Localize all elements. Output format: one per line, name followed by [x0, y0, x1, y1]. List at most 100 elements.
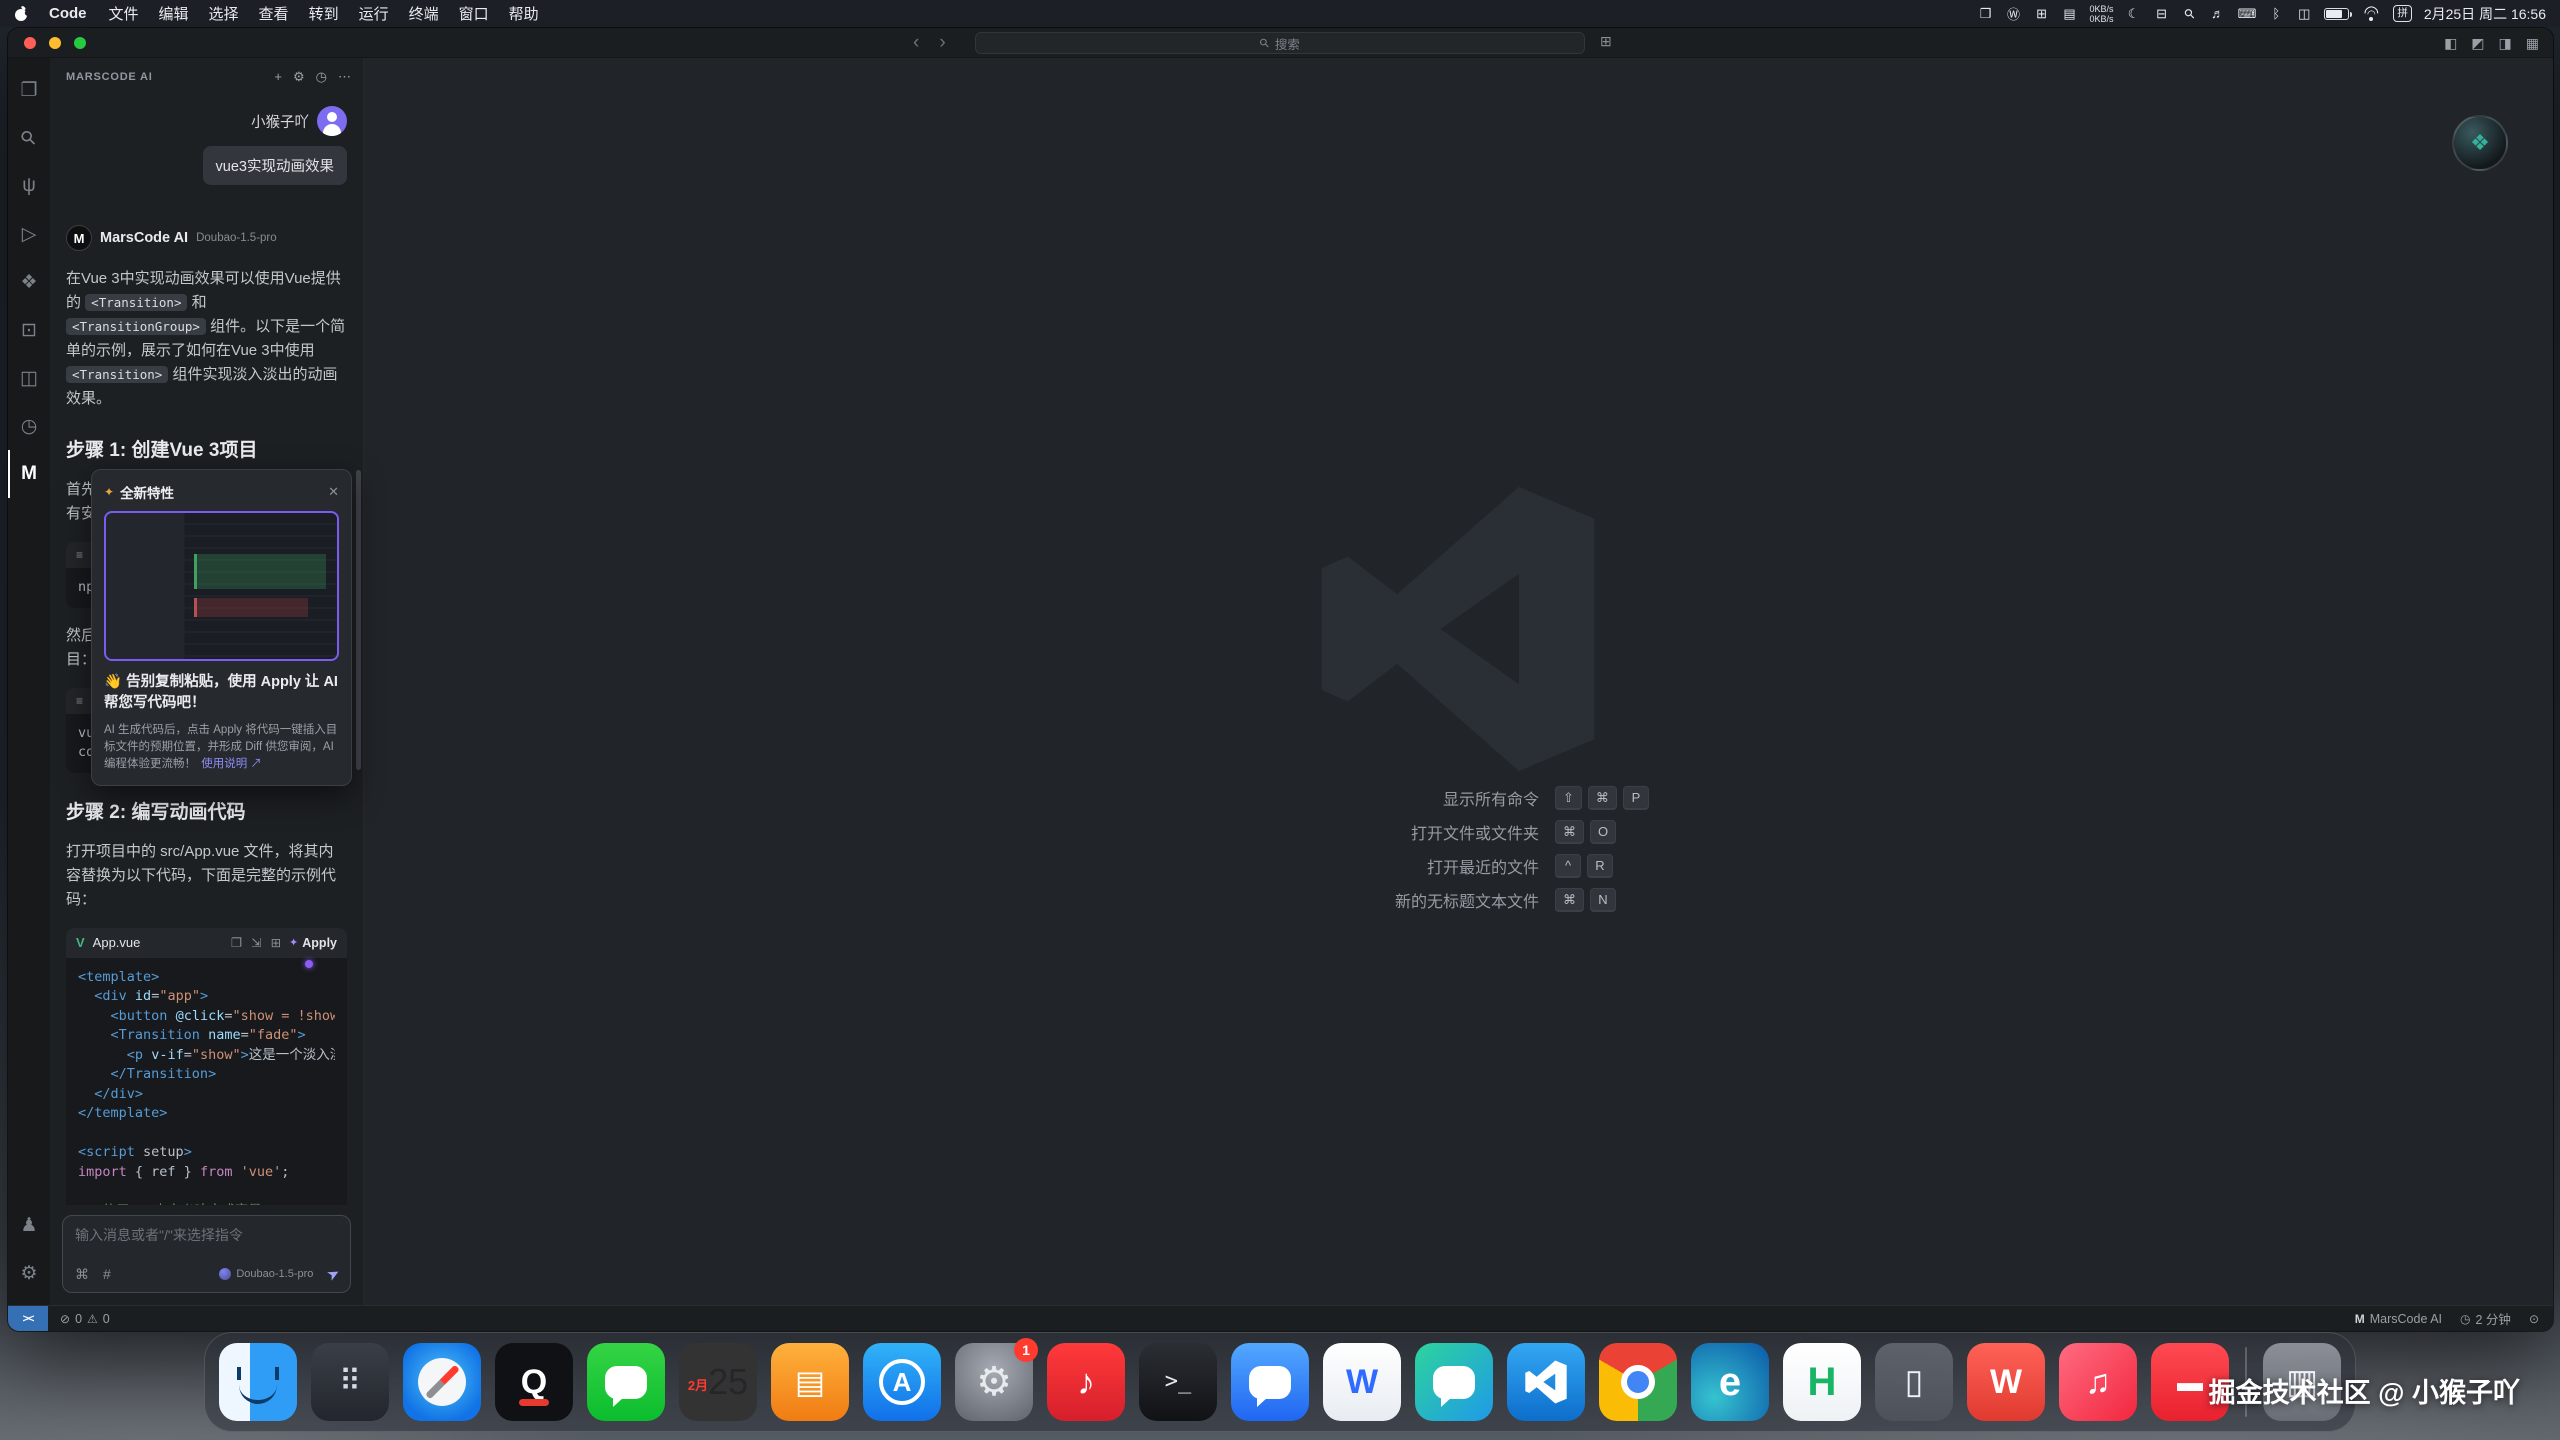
menubar-item-5[interactable]: 运行	[349, 3, 399, 24]
marscode-icon[interactable]: M	[8, 450, 50, 498]
dock-icon-edge[interactable]: e	[1691, 1343, 1769, 1421]
control-center-icon[interactable]: ◫	[2296, 6, 2312, 22]
menubar-item-0[interactable]: 文件	[99, 3, 149, 24]
search-layout-icon[interactable]: ⊞	[1600, 33, 1612, 50]
floating-assistant-avatar[interactable]: ❖	[2452, 115, 2508, 171]
sync-time-label: 2 分钟	[2476, 1309, 2511, 1328]
apply-button[interactable]: ✦ Apply	[289, 936, 337, 950]
sync-time-status[interactable]: ◷ 2 分钟	[2460, 1309, 2511, 1328]
menubar-clock[interactable]: 2月25日 周二 16:56	[2424, 4, 2546, 24]
zoom-window-button[interactable]	[74, 37, 86, 49]
dock-icon-chat-app-blue[interactable]	[1231, 1343, 1309, 1421]
manage-gear-icon[interactable]: ⚙	[8, 1249, 50, 1297]
toggle-primary-sidebar-icon[interactable]: ◧	[2444, 35, 2457, 52]
search-icon[interactable]: ⚲	[8, 114, 50, 162]
dock-icon-app-store[interactable]: A	[863, 1343, 941, 1421]
dock-icon-chrome[interactable]	[1599, 1343, 1677, 1421]
extensions-icon[interactable]: ❖	[8, 258, 50, 306]
dock-icon-launchpad[interactable]: ⠿	[311, 1343, 389, 1421]
dock-icon-wechat[interactable]	[587, 1343, 665, 1421]
source-control-icon[interactable]: ψ	[8, 162, 50, 210]
toggle-panel-icon[interactable]: ◩	[2471, 35, 2484, 52]
close-window-button[interactable]	[24, 37, 36, 49]
apply-hint-dot	[305, 960, 313, 968]
dock-icon-terminal[interactable]: >_	[1139, 1343, 1217, 1421]
notifications-bell[interactable]: ⊙	[2529, 1312, 2539, 1326]
search-icon[interactable]: ⚲	[2182, 6, 2198, 22]
history-icon[interactable]: ◷	[316, 69, 327, 85]
menubar-item-8[interactable]: 帮助	[499, 3, 549, 24]
nav-forward-icon[interactable]: ›	[939, 32, 945, 54]
net-speed-indicator[interactable]: 0KB/s 0KB/s	[2090, 4, 2114, 24]
dock-icon-netease-music[interactable]: ♪	[1047, 1343, 1125, 1421]
code-block-body[interactable]: <template> <div id="app"> <button @click…	[66, 958, 347, 1206]
dock-icon-chat-app-green[interactable]	[1415, 1343, 1493, 1421]
panel-scrollbar[interactable]	[356, 470, 361, 770]
insert-icon[interactable]: ⇲	[251, 935, 261, 950]
nav-back-icon[interactable]: ‹	[913, 32, 919, 54]
menubar-item-7[interactable]: 窗口	[449, 3, 499, 24]
command-center-search[interactable]: ⚲ 搜索	[975, 32, 1585, 54]
user-avatar[interactable]	[317, 106, 347, 136]
usage-doc-link[interactable]: 使用说明 ↗	[201, 758, 262, 770]
toggle-secondary-sidebar-icon[interactable]: ◨	[2499, 35, 2512, 52]
dock-icon-calendar[interactable]: 2月25	[679, 1343, 757, 1421]
moon-icon[interactable]: ☾	[2126, 6, 2142, 22]
remote-indicator[interactable]: ><	[8, 1306, 48, 1331]
volume-icon[interactable]: ♬	[2210, 6, 2226, 21]
menubar-item-2[interactable]: 选择	[199, 3, 249, 24]
send-button[interactable]: ➤	[324, 1263, 344, 1285]
bluetooth-icon[interactable]: ᛒ	[2268, 6, 2284, 21]
wifi-icon[interactable]	[2361, 6, 2381, 21]
more-icon[interactable]: ⋯	[338, 69, 351, 85]
chat-input[interactable]	[63, 1216, 350, 1245]
panel-settings-icon[interactable]: ⚙	[293, 69, 305, 85]
marscode-status[interactable]: M MarsCode AI	[2355, 1312, 2442, 1326]
run-debug-icon-glyph: ▷	[22, 223, 37, 246]
display-icon[interactable]: ⊟	[2154, 6, 2170, 22]
dock-icon-wps-office[interactable]: W	[1323, 1343, 1401, 1421]
dock-icon-system-settings[interactable]: ⚙1	[955, 1343, 1033, 1421]
battery-icon[interactable]	[2324, 8, 2349, 20]
new-chat-icon[interactable]: +	[274, 69, 282, 85]
new-file-icon[interactable]: ⊞	[271, 935, 281, 950]
dock-icon-wps-red[interactable]: W	[1967, 1343, 2045, 1421]
copy-icon[interactable]: ❐	[231, 935, 242, 950]
menubar-item-3[interactable]: 查看	[249, 3, 299, 24]
run-debug-icon[interactable]: ▷	[8, 210, 50, 258]
timeline-icon[interactable]: ◷	[8, 402, 50, 450]
menubar-item-4[interactable]: 转到	[299, 3, 349, 24]
dock-icon-safari[interactable]	[403, 1343, 481, 1421]
popup-close-icon[interactable]: ✕	[328, 484, 339, 500]
account-icon[interactable]: ♟	[8, 1201, 50, 1249]
dock-icon-books[interactable]: ▤	[771, 1343, 849, 1421]
capture-icon[interactable]: ❒	[1978, 6, 1994, 22]
dock-icon-vscode[interactable]	[1507, 1343, 1585, 1421]
dock-icon-qq[interactable]: Q	[495, 1343, 573, 1421]
dock-icon-apple-music[interactable]: ♫	[2059, 1343, 2137, 1421]
commands-icon[interactable]: ⌘	[75, 1266, 89, 1283]
input-method-icon[interactable]: 拼	[2393, 5, 2412, 22]
explorer-icon[interactable]: ❐	[8, 66, 50, 114]
key-cap: R	[1587, 854, 1613, 878]
sparkle-icon: ✦	[104, 485, 114, 499]
minimize-window-button[interactable]	[49, 37, 61, 49]
meeting-app-icon[interactable]: Ⓦ	[2006, 4, 2022, 23]
menubar-item-6[interactable]: 终端	[399, 3, 449, 24]
stats-icon[interactable]: ▤	[2062, 6, 2078, 22]
dock-icon-hbuilder[interactable]: H	[1783, 1343, 1861, 1421]
screenshot-grid-icon[interactable]: ⊞	[2034, 6, 2050, 22]
keyboard-icon[interactable]: ⌨	[2238, 6, 2257, 22]
menubar-app-name[interactable]: Code	[39, 5, 97, 22]
dock-icon-finder[interactable]	[219, 1343, 297, 1421]
popup-headline: 👋 告别复制粘贴，使用 Apply 让 AI 帮您写代码吧！	[104, 672, 339, 714]
apple-menu-icon[interactable]	[14, 5, 29, 22]
model-selector[interactable]: Doubao-1.5-pro	[219, 1268, 313, 1280]
remote-explorer-icon[interactable]: ⊡	[8, 306, 50, 354]
context-icon[interactable]: #	[103, 1266, 111, 1283]
customize-layout-icon[interactable]: ▦	[2526, 35, 2539, 52]
dock-icon-iphone-mirroring[interactable]: ▯	[1875, 1343, 1953, 1421]
containers-icon[interactable]: ◫	[8, 354, 50, 402]
problems-indicator[interactable]: ⊘ 0 ⚠ 0	[60, 1312, 110, 1326]
menubar-item-1[interactable]: 编辑	[149, 3, 199, 24]
